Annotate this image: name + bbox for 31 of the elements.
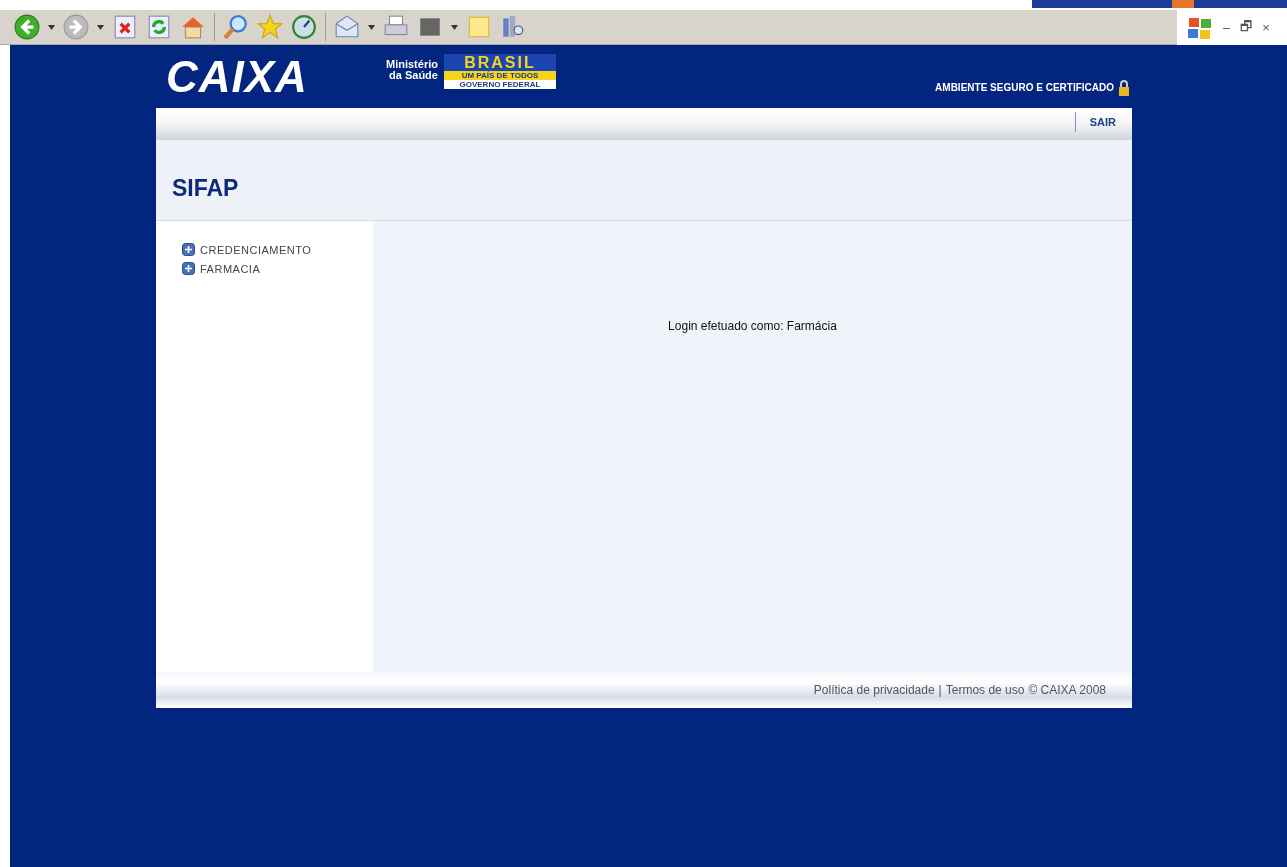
restore-button[interactable]: 🗗 — [1240, 16, 1253, 39]
search-icon[interactable] — [223, 14, 249, 40]
mail-icon[interactable] — [334, 14, 360, 40]
security-label: AMBIENTE SEGURO E CERTIFICADO — [935, 82, 1114, 93]
separator-text: | — [938, 683, 942, 697]
books-icon[interactable] — [500, 14, 526, 40]
government-logo: BRASIL UM PAÍS DE TODOS GOVERNO FEDERAL — [443, 54, 556, 89]
page-title: SIFAP — [172, 174, 239, 202]
caret-icon[interactable] — [48, 24, 55, 30]
menu-item[interactable]: CREDENCIAMENTO — [182, 243, 373, 256]
copyright-text: © CAIXA 2008 — [1028, 683, 1106, 697]
caret-icon[interactable] — [451, 24, 458, 30]
brand-logo: CAIXA — [166, 51, 309, 102]
back-icon[interactable] — [14, 14, 40, 40]
caret-icon[interactable] — [368, 24, 375, 30]
refresh-icon[interactable] — [146, 14, 172, 40]
minimize-button[interactable]: – — [1223, 20, 1231, 35]
close-button[interactable]: × — [1262, 20, 1270, 35]
windows-flag-icon — [1187, 16, 1213, 39]
caret-icon[interactable] — [97, 24, 104, 30]
menu-item[interactable]: FARMACIA — [182, 262, 373, 275]
login-message: Login efetuado como: Farmácia — [668, 319, 837, 335]
history-icon[interactable] — [291, 14, 317, 40]
logout-link[interactable]: SAIR — [1074, 112, 1132, 132]
padlock-icon — [1118, 79, 1130, 96]
stop-icon[interactable] — [112, 14, 138, 40]
forward-icon[interactable] — [63, 14, 89, 40]
ministry-label: Ministério da Saúde — [386, 58, 438, 81]
terms-link[interactable]: Termos de uso — [945, 683, 1025, 697]
privacy-link[interactable]: Política de privacidade — [813, 683, 935, 697]
star-icon[interactable] — [257, 14, 283, 40]
